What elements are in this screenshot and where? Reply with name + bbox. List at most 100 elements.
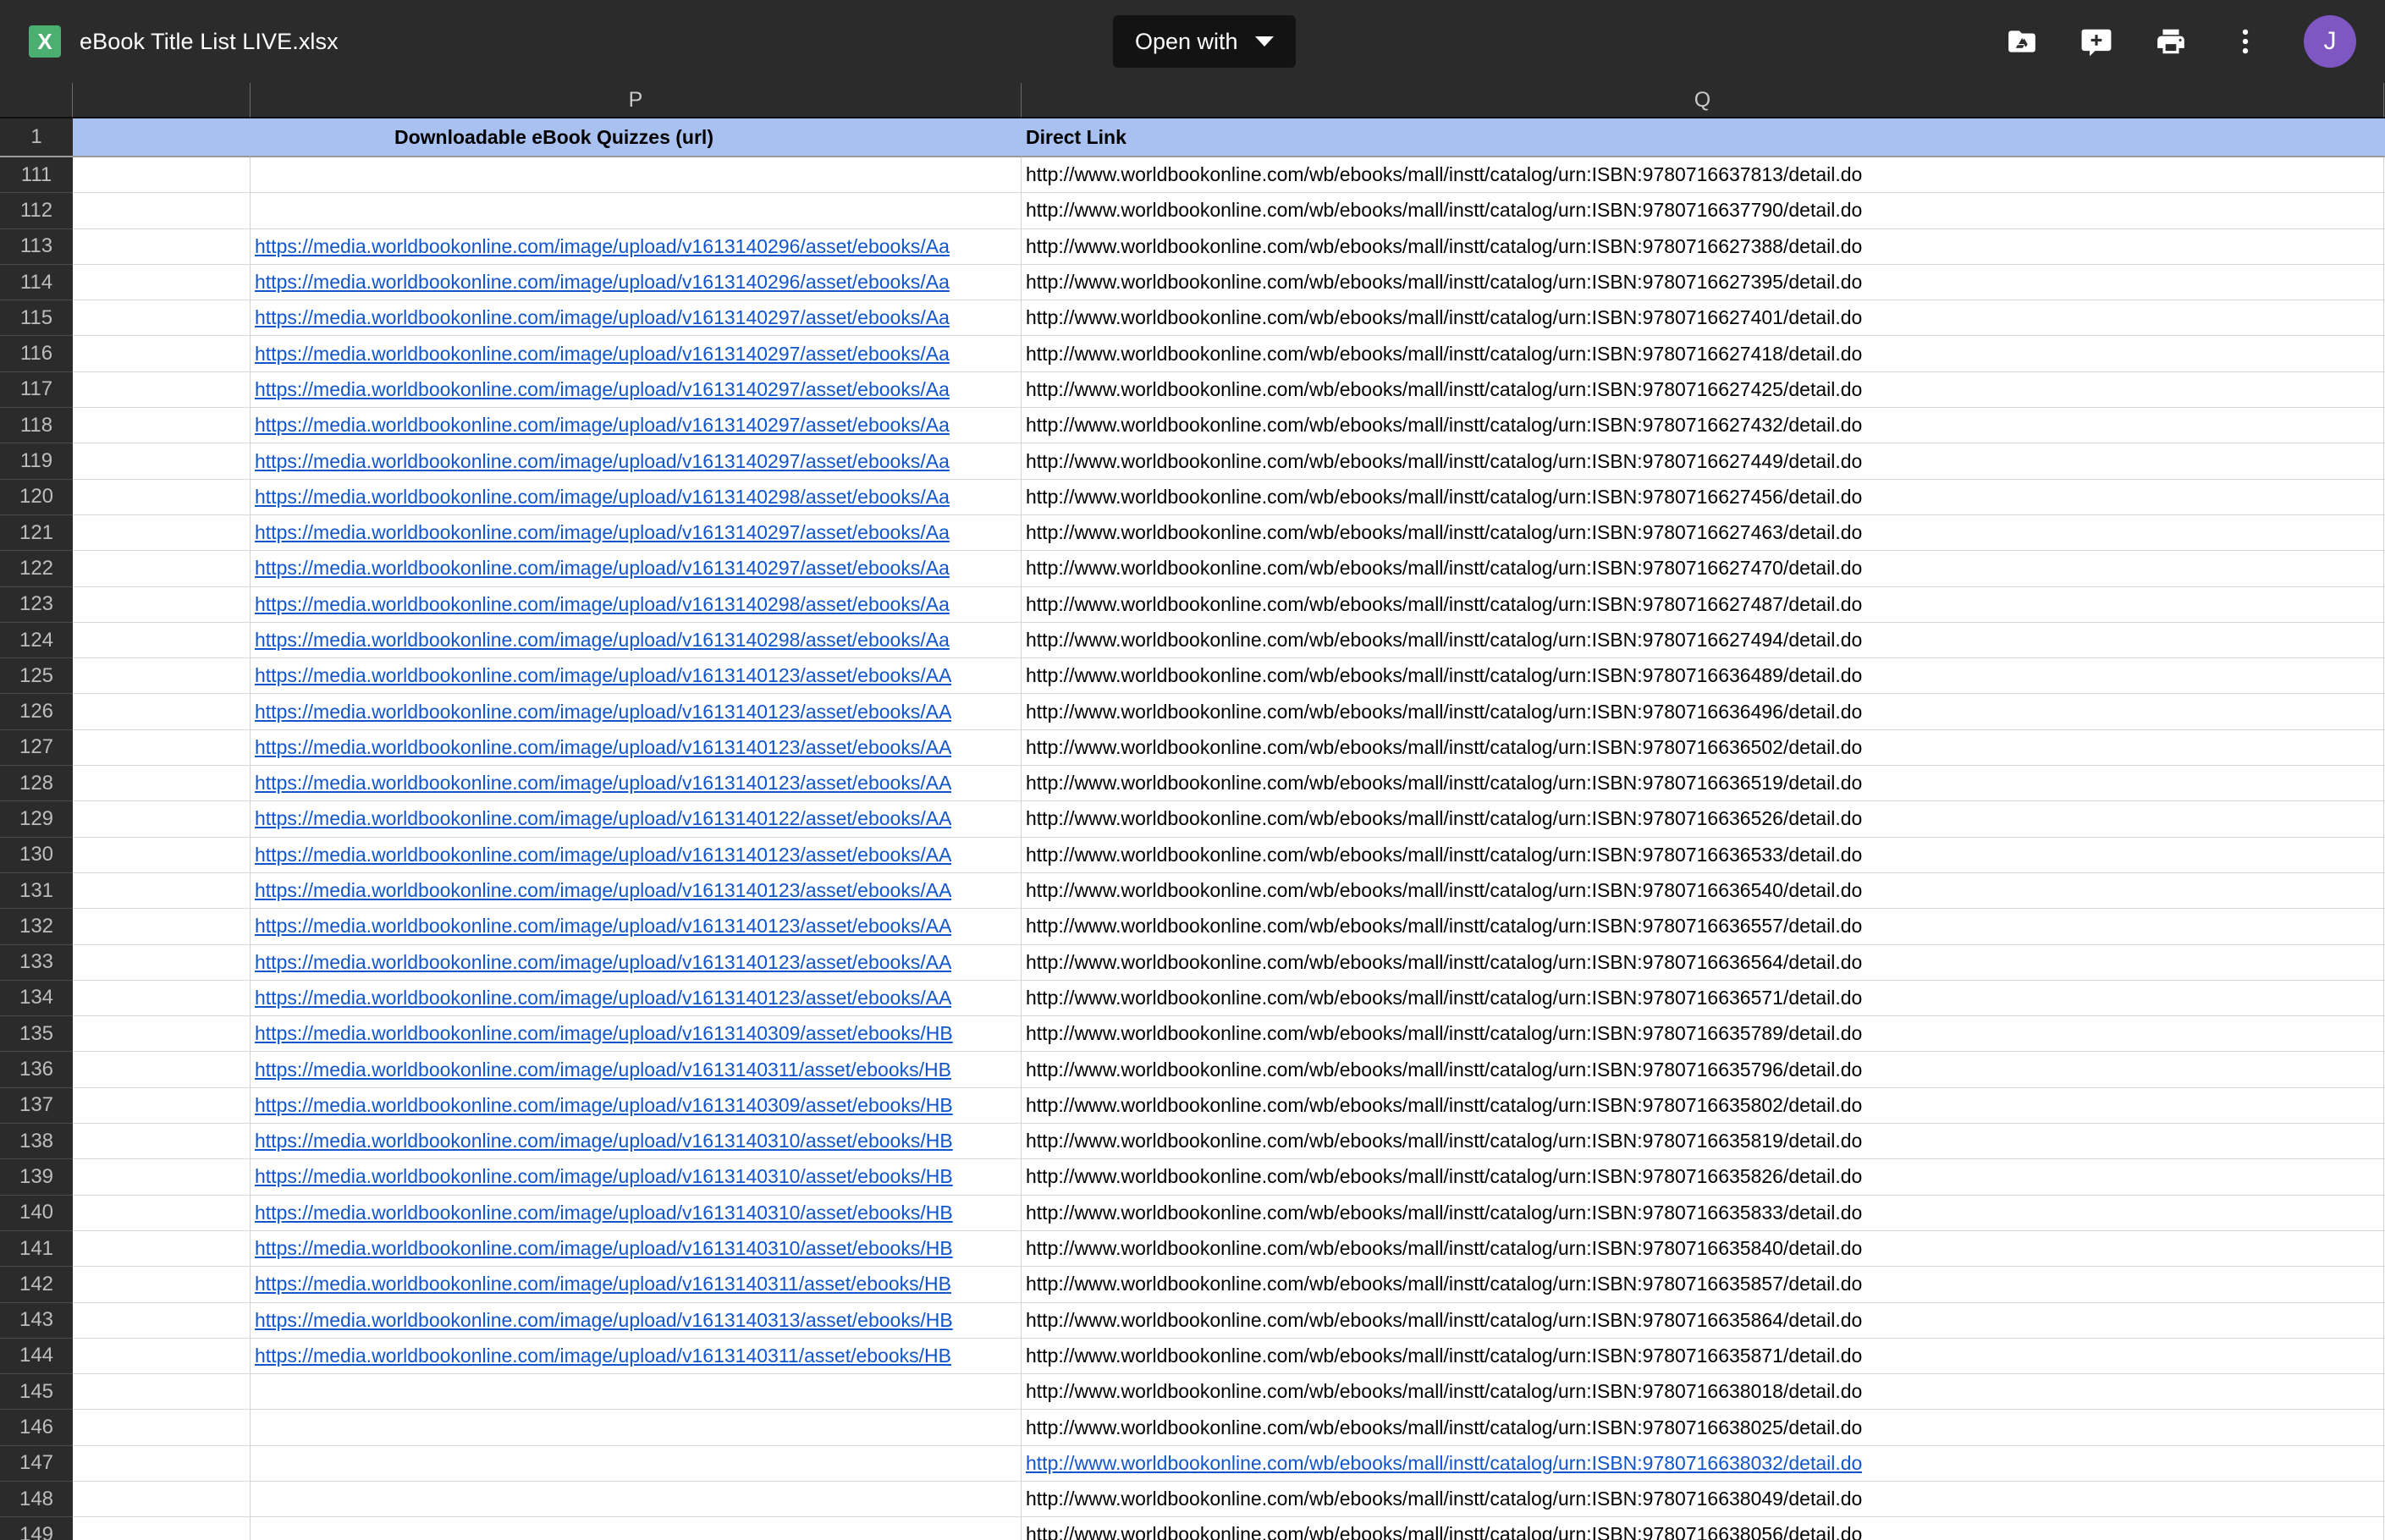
cell-direct-link[interactable]: http://www.worldbookonline.com/wb/ebooks… — [1022, 944, 2384, 981]
cell-blank[interactable] — [73, 443, 251, 480]
table-row[interactable]: 139 https://media.worldbookonline.com/ima… — [0, 1159, 2385, 1196]
cell-blank[interactable] — [73, 1410, 251, 1446]
cell-direct-link[interactable]: http://www.worldbookonline.com/wb/ebooks… — [1022, 766, 2384, 802]
cell-quiz-url[interactable]: https://media.worldbookonline.com/image/… — [251, 1195, 1022, 1231]
table-row[interactable]: 119 https://media.worldbookonline.com/ima… — [0, 443, 2385, 480]
cell-blank[interactable] — [73, 264, 251, 301]
row-number[interactable]: 130 — [0, 837, 73, 873]
cell-quiz-url[interactable]: https://media.worldbookonline.com/image/… — [251, 837, 1022, 873]
row-number[interactable]: 136 — [0, 1052, 73, 1088]
spreadsheet-viewer[interactable]: P Q 1 Downloadable eBook Quizzes (url) D… — [0, 83, 2385, 1540]
cell-direct-link[interactable]: http://www.worldbookonline.com/wb/ebooks… — [1022, 336, 2384, 372]
table-row[interactable]: 149 http://www.worldbookonline.com/wb/ebo… — [0, 1517, 2385, 1540]
quiz-url-link[interactable]: https://media.worldbookonline.com/image/… — [255, 1202, 953, 1224]
cell-quiz-url[interactable]: https://media.worldbookonline.com/image/… — [251, 479, 1022, 515]
row-number[interactable]: 137 — [0, 1087, 73, 1125]
cell-direct-link[interactable]: http://www.worldbookonline.com/wb/ebooks… — [1022, 872, 2384, 910]
cell-direct-link[interactable]: http://www.worldbookonline.com/wb/ebooks… — [1022, 1338, 2384, 1375]
header-cell-blank[interactable] — [73, 118, 251, 157]
cell-blank[interactable] — [73, 408, 251, 444]
user-avatar[interactable]: J — [2304, 15, 2356, 68]
table-row[interactable]: 115 https://media.worldbookonline.com/ima… — [0, 300, 2385, 337]
cell-quiz-url[interactable]: https://media.worldbookonline.com/image/… — [251, 443, 1022, 480]
row-number[interactable]: 149 — [0, 1517, 73, 1540]
cell-direct-link[interactable]: http://www.worldbookonline.com/wb/ebooks… — [1022, 1087, 2384, 1125]
column-header-q[interactable]: Q — [1022, 83, 2384, 118]
row-number[interactable]: 126 — [0, 694, 73, 730]
table-row[interactable]: 142 https://media.worldbookonline.com/ima… — [0, 1267, 2385, 1303]
cell-quiz-url[interactable]: https://media.worldbookonline.com/image/… — [251, 1052, 1022, 1088]
quiz-url-link[interactable]: https://media.worldbookonline.com/image/… — [255, 235, 950, 258]
cell-direct-link[interactable]: http://www.worldbookonline.com/wb/ebooks… — [1022, 1481, 2384, 1518]
cell-blank[interactable] — [73, 157, 251, 194]
cell-blank[interactable] — [73, 658, 251, 695]
table-row[interactable]: 148 http://www.worldbookonline.com/wb/ebo… — [0, 1481, 2385, 1518]
cell-quiz-url[interactable] — [251, 1374, 1022, 1411]
table-row[interactable]: 147 http://www.worldbookonline.com/wb/ebo… — [0, 1445, 2385, 1482]
table-row[interactable]: 143 https://media.worldbookonline.com/ima… — [0, 1302, 2385, 1339]
cell-blank[interactable] — [73, 872, 251, 910]
quiz-url-link[interactable]: https://media.worldbookonline.com/image/… — [255, 879, 951, 902]
row-number[interactable]: 122 — [0, 551, 73, 587]
quiz-url-link[interactable]: https://media.worldbookonline.com/image/… — [255, 1130, 953, 1152]
cell-direct-link[interactable]: http://www.worldbookonline.com/wb/ebooks… — [1022, 1302, 2384, 1339]
row-number[interactable]: 144 — [0, 1338, 73, 1375]
row-number[interactable]: 129 — [0, 801, 73, 838]
cell-direct-link[interactable]: http://www.worldbookonline.com/wb/ebooks… — [1022, 1159, 2384, 1196]
table-row[interactable]: 130 https://media.worldbookonline.com/ima… — [0, 837, 2385, 873]
cell-blank[interactable] — [73, 1124, 251, 1160]
table-row[interactable]: 138 https://media.worldbookonline.com/ima… — [0, 1124, 2385, 1160]
cell-quiz-url[interactable]: https://media.worldbookonline.com/image/… — [251, 729, 1022, 767]
cell-blank[interactable] — [73, 1517, 251, 1540]
cell-blank[interactable] — [73, 801, 251, 838]
row-number[interactable]: 143 — [0, 1302, 73, 1339]
table-row[interactable]: 131 https://media.worldbookonline.com/ima… — [0, 872, 2385, 910]
cell-quiz-url[interactable]: https://media.worldbookonline.com/image/… — [251, 694, 1022, 730]
cell-quiz-url[interactable]: https://media.worldbookonline.com/image/… — [251, 1124, 1022, 1160]
quiz-url-link[interactable]: https://media.worldbookonline.com/image/… — [255, 486, 950, 509]
row-number[interactable]: 114 — [0, 264, 73, 301]
quiz-url-link[interactable]: https://media.worldbookonline.com/image/… — [255, 1345, 951, 1367]
cell-quiz-url[interactable]: https://media.worldbookonline.com/image/… — [251, 1338, 1022, 1375]
cell-direct-link[interactable]: http://www.worldbookonline.com/wb/ebooks… — [1022, 801, 2384, 838]
cell-blank[interactable] — [73, 837, 251, 873]
cell-quiz-url[interactable]: https://media.worldbookonline.com/image/… — [251, 408, 1022, 444]
quiz-url-link[interactable]: https://media.worldbookonline.com/image/… — [255, 701, 951, 723]
row-number[interactable]: 148 — [0, 1481, 73, 1518]
table-row[interactable]: 140 https://media.worldbookonline.com/ima… — [0, 1195, 2385, 1231]
table-row[interactable]: 114 https://media.worldbookonline.com/ima… — [0, 264, 2385, 301]
quiz-url-link[interactable]: https://media.worldbookonline.com/image/… — [255, 343, 950, 366]
cell-quiz-url[interactable]: https://media.worldbookonline.com/image/… — [251, 1230, 1022, 1268]
cell-direct-link[interactable]: http://www.worldbookonline.com/wb/ebooks… — [1022, 1445, 2384, 1482]
quiz-url-link[interactable]: https://media.worldbookonline.com/image/… — [255, 629, 950, 652]
cell-blank[interactable] — [73, 909, 251, 945]
table-row[interactable]: 112 http://www.worldbookonline.com/wb/ebo… — [0, 193, 2385, 229]
quiz-url-link[interactable]: https://media.worldbookonline.com/image/… — [255, 1309, 953, 1332]
cell-quiz-url[interactable]: https://media.worldbookonline.com/image/… — [251, 586, 1022, 623]
cell-blank[interactable] — [73, 1445, 251, 1482]
drive-folder-icon-button[interactable] — [1999, 19, 2045, 64]
row-number[interactable]: 118 — [0, 408, 73, 444]
cell-blank[interactable] — [73, 1302, 251, 1339]
table-row[interactable]: 129 https://media.worldbookonline.com/ima… — [0, 801, 2385, 838]
cell-blank[interactable] — [73, 622, 251, 659]
cell-quiz-url[interactable]: https://media.worldbookonline.com/image/… — [251, 944, 1022, 981]
quiz-url-link[interactable]: https://media.worldbookonline.com/image/… — [255, 1237, 953, 1260]
table-row[interactable]: 137 https://media.worldbookonline.com/ima… — [0, 1087, 2385, 1125]
cell-direct-link[interactable]: http://www.worldbookonline.com/wb/ebooks… — [1022, 980, 2384, 1017]
quiz-url-link[interactable]: https://media.worldbookonline.com/image/… — [255, 844, 951, 866]
row-number[interactable]: 132 — [0, 909, 73, 945]
cell-direct-link[interactable]: http://www.worldbookonline.com/wb/ebooks… — [1022, 479, 2384, 515]
cell-direct-link[interactable]: http://www.worldbookonline.com/wb/ebooks… — [1022, 408, 2384, 444]
cell-quiz-url[interactable]: https://media.worldbookonline.com/image/… — [251, 980, 1022, 1017]
quiz-url-link[interactable]: https://media.worldbookonline.com/image/… — [255, 987, 951, 1009]
cell-blank[interactable] — [73, 1087, 251, 1125]
quiz-url-link[interactable]: https://media.worldbookonline.com/image/… — [255, 378, 950, 401]
table-row[interactable]: 136 https://media.worldbookonline.com/ima… — [0, 1052, 2385, 1088]
table-row[interactable]: 113 https://media.worldbookonline.com/ima… — [0, 228, 2385, 265]
cell-direct-link[interactable]: http://www.worldbookonline.com/wb/ebooks… — [1022, 157, 2384, 194]
row-number[interactable]: 117 — [0, 371, 73, 409]
quiz-url-link[interactable]: https://media.worldbookonline.com/image/… — [255, 915, 951, 938]
cell-direct-link[interactable]: http://www.worldbookonline.com/wb/ebooks… — [1022, 694, 2384, 730]
quiz-url-link[interactable]: https://media.worldbookonline.com/image/… — [255, 306, 950, 329]
